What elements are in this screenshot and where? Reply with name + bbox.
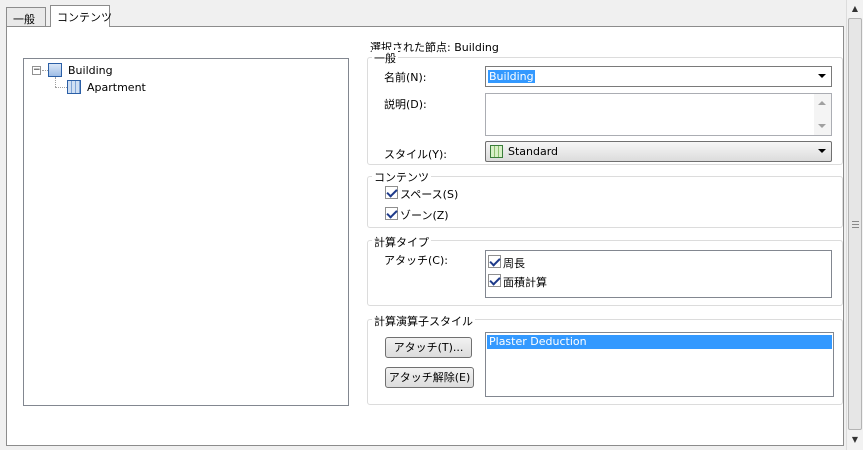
grip-icon bbox=[852, 221, 859, 228]
content-tree[interactable]: − Building Apartment bbox=[23, 58, 349, 406]
scroll-down-icon[interactable]: ▼ bbox=[847, 432, 863, 448]
description-field[interactable] bbox=[485, 93, 832, 136]
name-combobox[interactable]: Building bbox=[485, 66, 832, 87]
name-label: 名前(N): bbox=[384, 71, 427, 84]
zone-checkbox[interactable] bbox=[385, 207, 398, 220]
detach-button[interactable]: アタッチ解除(E) bbox=[385, 367, 474, 388]
tab-general-label: 一般 bbox=[13, 13, 35, 26]
list-item[interactable]: Plaster Deduction bbox=[487, 335, 832, 349]
space-checkbox[interactable] bbox=[385, 186, 398, 199]
group-contents-title: コンテンツ bbox=[372, 169, 431, 185]
space-checkbox-label[interactable]: スペース(S) bbox=[400, 186, 458, 202]
attach-label: アタッチ(C): bbox=[384, 254, 448, 267]
tree-line bbox=[55, 87, 67, 88]
name-value: Building bbox=[488, 70, 535, 83]
area-calc-label[interactable]: 面積計算 bbox=[503, 274, 547, 290]
chevron-down-icon[interactable] bbox=[818, 149, 826, 153]
style-icon bbox=[490, 145, 503, 158]
description-label: 説明(D): bbox=[384, 98, 427, 111]
apartment-icon bbox=[67, 80, 81, 94]
tab-general[interactable]: 一般 bbox=[6, 7, 46, 27]
scroll-down-icon[interactable] bbox=[818, 124, 826, 128]
scroll-up-icon[interactable] bbox=[818, 101, 826, 105]
style-label: スタイル(Y): bbox=[384, 148, 448, 161]
building-icon bbox=[48, 63, 62, 77]
style-dropdown[interactable]: Standard bbox=[485, 141, 832, 162]
group-general-title: 一般 bbox=[372, 50, 398, 66]
vertical-scrollbar[interactable]: ▲ ▼ bbox=[846, 0, 863, 450]
calc-type-list[interactable]: 周長 面積計算 bbox=[485, 250, 832, 298]
group-modifier-style-title: 計算演算子スタイル bbox=[372, 313, 475, 329]
perimeter-checkbox[interactable] bbox=[488, 255, 501, 268]
scrollbar-thumb[interactable] bbox=[848, 18, 862, 430]
tab-contents[interactable]: コンテンツ bbox=[50, 5, 112, 27]
tab-contents-label: コンテンツ bbox=[57, 11, 112, 24]
tree-node-apartment[interactable]: Apartment bbox=[67, 79, 187, 95]
attach-button[interactable]: アタッチ(T)... bbox=[385, 337, 472, 358]
chevron-down-icon[interactable] bbox=[818, 74, 826, 78]
zone-checkbox-label[interactable]: ゾーン(Z) bbox=[400, 207, 449, 223]
area-calc-checkbox[interactable] bbox=[488, 274, 501, 287]
tree-node-label: Apartment bbox=[87, 81, 146, 94]
tree-node-label: Building bbox=[68, 64, 113, 77]
style-value: Standard bbox=[508, 145, 559, 158]
description-scrollbar[interactable] bbox=[814, 94, 831, 135]
perimeter-label[interactable]: 周長 bbox=[503, 255, 525, 271]
collapse-icon[interactable]: − bbox=[32, 66, 41, 75]
selected-node-value: Building bbox=[454, 41, 499, 54]
tree-line bbox=[55, 77, 56, 87]
group-calc-type-title: 計算タイプ bbox=[372, 234, 431, 250]
scroll-up-icon[interactable]: ▲ bbox=[847, 1, 863, 17]
tree-node-building[interactable]: Building bbox=[48, 62, 168, 78]
modifier-style-list[interactable]: Plaster Deduction bbox=[485, 332, 834, 397]
